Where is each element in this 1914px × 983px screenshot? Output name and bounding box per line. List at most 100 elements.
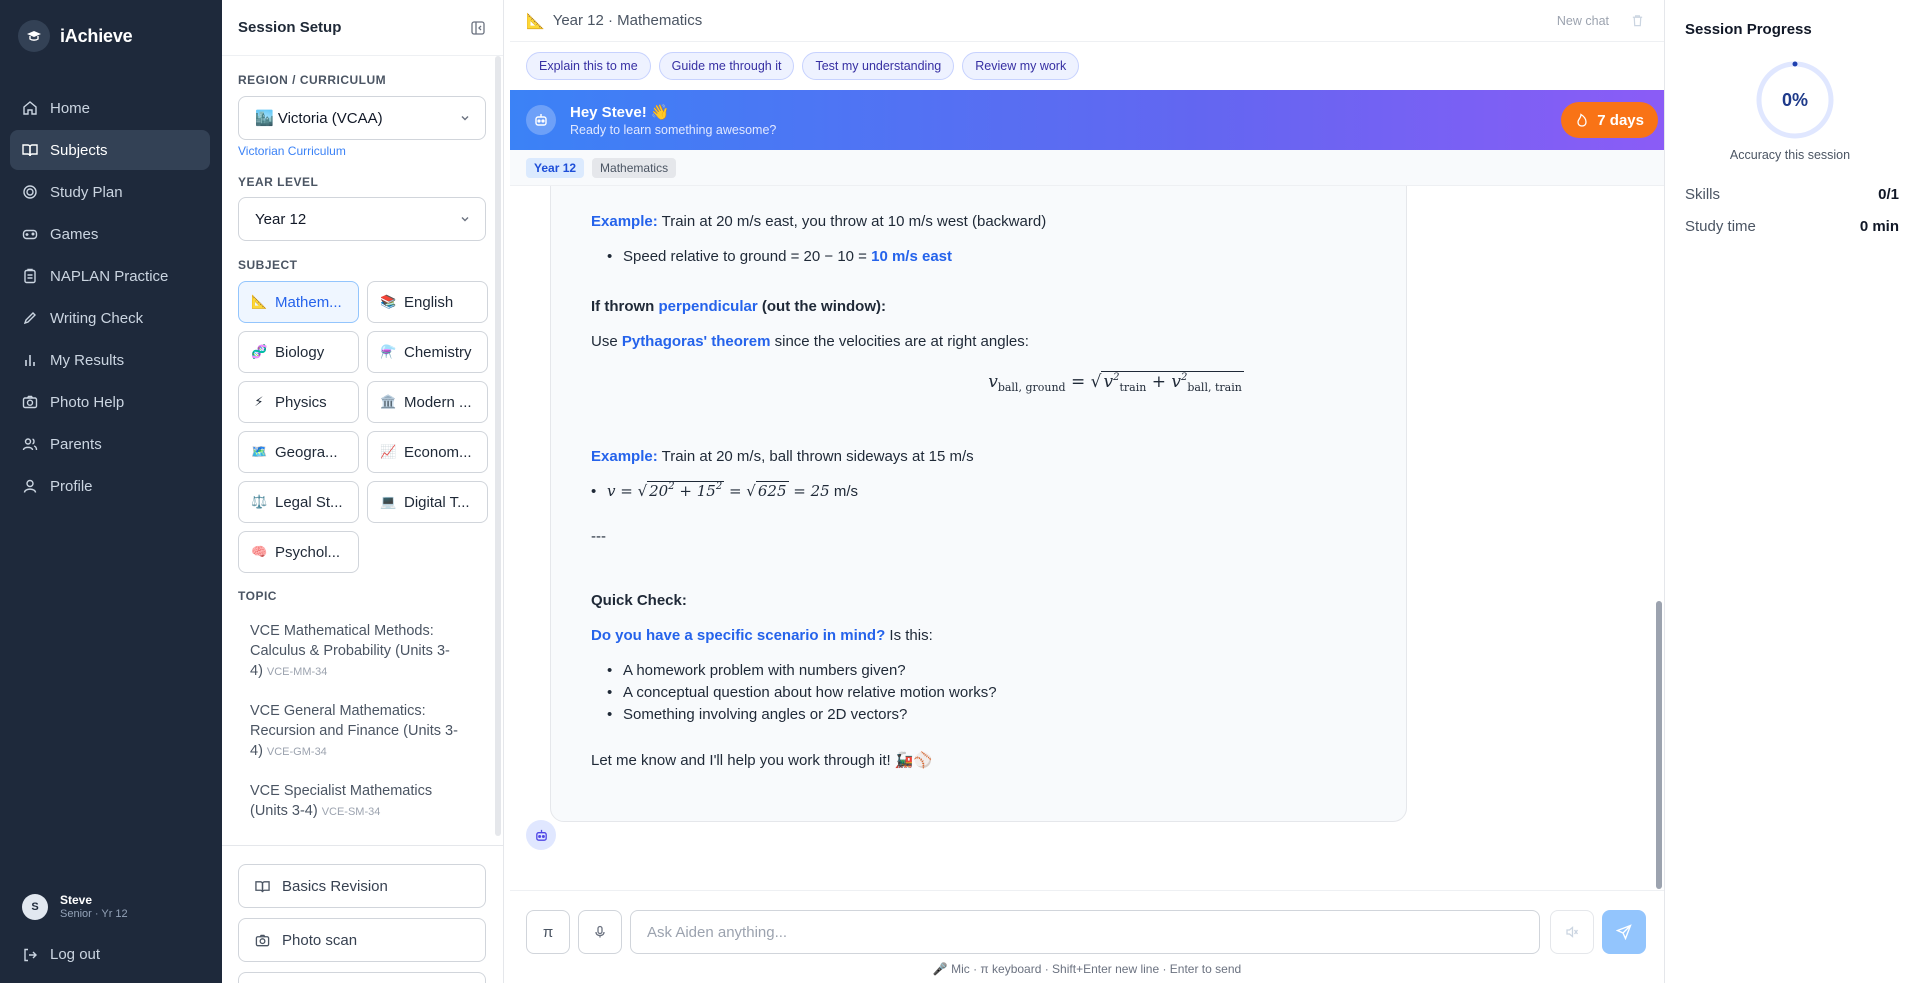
topic-item[interactable]: VCE Mathematical Methods: Calculus & Pro… [250, 621, 472, 682]
list-item: Speed relative to ground = 20 − 10 = 10 … [607, 248, 952, 265]
region-select[interactable]: 🏙️ Victoria (VCAA) [238, 96, 486, 140]
subject-psychology[interactable]: 🧠 Psychol... [238, 531, 359, 573]
nav-item-naplan-practice[interactable]: NAPLAN Practice [10, 256, 210, 296]
quick-check-heading: Quick Check: [591, 592, 687, 609]
home-icon [23, 101, 37, 115]
flame-icon [1577, 113, 1587, 127]
subject-modern-history[interactable]: 🏛️ Modern ... [367, 381, 488, 423]
graduation-cap-icon [18, 20, 50, 52]
collapse-panel-icon[interactable] [471, 20, 485, 35]
mute-button[interactable] [1550, 910, 1594, 954]
subject-physics[interactable]: ⚡ Physics [238, 381, 359, 423]
greeting-banner: Hey Steve! 👋 Ready to learn something aw… [510, 90, 1664, 150]
mode-review[interactable]: Review my work [962, 52, 1080, 80]
nav-item-subjects[interactable]: Subjects [10, 130, 210, 170]
session-progress-panel: Session Progress 0% Accuracy this sessio… [1664, 0, 1914, 983]
books-icon: 📚 [380, 294, 397, 309]
subject-legal-studies[interactable]: ⚖️ Legal St... [238, 481, 359, 523]
nav-item-study-plan[interactable]: Study Plan [10, 172, 210, 212]
topic-code: VCE-GM-34 [266, 746, 327, 758]
region-value: 🏙️ Victoria (VCAA) [255, 110, 383, 127]
more-button[interactable] [238, 972, 486, 983]
greeting-subtitle: Ready to learn something awesome? [570, 123, 777, 137]
subject-label: Modern ... [404, 393, 472, 411]
text: since the velocities are at right angles… [770, 333, 1029, 350]
subject-biology[interactable]: 🧬 Biology [238, 331, 359, 373]
composer: π 🎤 Mic · π keyboard · Shift+Enter new l… [510, 890, 1664, 983]
logout-button[interactable]: Log out [22, 946, 100, 963]
chart-up-icon: 📈 [380, 444, 397, 459]
subject-label: Physics [275, 393, 327, 411]
calculation-line: v = √202 + 152 = √625 = 25 m/s [591, 481, 858, 500]
sidebar-nav: iAchieve Home Subjects Study Plan Games … [0, 0, 222, 983]
chat-area: 📐 Year 12 · Mathematics New chat Explain… [510, 0, 1664, 983]
region-label: Region / Curriculum [238, 73, 387, 87]
subject-label: Subject [238, 258, 298, 272]
highlight: Do you have a specific scenario in mind? [591, 627, 886, 644]
list-item: A conceptual question about how relative… [607, 684, 997, 701]
logout-label: Log out [50, 946, 101, 963]
subject-geography[interactable]: 🗺️ Geogra... [238, 431, 359, 473]
nav-item-profile[interactable]: Profile [10, 466, 210, 506]
target-icon [23, 185, 37, 199]
mode-test[interactable]: Test my understanding [802, 52, 955, 80]
message-input[interactable] [630, 910, 1540, 954]
subject-chemistry[interactable]: ⚗️ Chemistry [367, 331, 488, 373]
nav-label: My Results [50, 351, 125, 369]
bullet-text: Speed relative to ground = 20 − 10 = [623, 248, 872, 265]
nav-item-home[interactable]: Home [10, 88, 210, 128]
subject-economics[interactable]: 📈 Econom... [367, 431, 488, 473]
nav-label: Profile [50, 477, 93, 495]
subject-tag: Mathematics [592, 157, 677, 178]
heading-text: If thrown [591, 298, 659, 315]
skills-stat: Skills 0/1 [1685, 186, 1899, 203]
speaker-mute-icon [1566, 926, 1579, 938]
nav-label: Parents [50, 435, 102, 453]
basics-revision-button[interactable]: Basics Revision [238, 864, 486, 908]
topic-item[interactable]: VCE Specialist Mathematics (Units 3-4) VC… [250, 781, 472, 822]
new-chat-button[interactable]: New chat [1557, 14, 1609, 28]
nav-item-games[interactable]: Games [10, 214, 210, 254]
nav-item-photo-help[interactable]: Photo Help [10, 382, 210, 422]
subject-label: Geogra... [275, 443, 338, 461]
chat-scrollbar[interactable] [1656, 601, 1662, 889]
brain-icon: 🧠 [251, 544, 268, 559]
text: Use [591, 333, 622, 350]
message-list: Example: Train at 20 m/s east, you throw… [510, 186, 1664, 890]
robot-icon [526, 820, 556, 850]
perpendicular-heading: If thrown perpendicular (out the window)… [591, 298, 886, 315]
example-text: Train at 20 m/s, ball thrown sideways at… [657, 448, 974, 465]
photo-scan-button[interactable]: Photo scan [238, 918, 486, 962]
heading-text: (out the window): [757, 298, 887, 315]
panel-scrollbar[interactable] [495, 56, 501, 836]
trash-icon[interactable] [1631, 14, 1644, 27]
mic-button[interactable] [578, 910, 622, 954]
calculation-math: v = √ 202 + 152 = √ 625 = 25 [607, 481, 830, 500]
mode-explain[interactable]: Explain this to me [526, 52, 651, 80]
subject-english[interactable]: 📚 English [367, 281, 488, 323]
mode-guide[interactable]: Guide me through it [658, 52, 795, 80]
send-button[interactable] [1602, 910, 1646, 954]
pi-keyboard-button[interactable]: π [526, 910, 570, 954]
subject-mathematics[interactable]: 📐 Mathem... [238, 281, 359, 323]
nav-item-writing-check[interactable]: Writing Check [10, 298, 210, 338]
setup-footer: Basics Revision Photo scan [222, 845, 503, 983]
topic-item[interactable]: VCE General Mathematics: Recursion and F… [250, 701, 472, 762]
nav-item-parents[interactable]: Parents [10, 424, 210, 464]
context-tags: Year 12 Mathematics [510, 150, 1664, 186]
brand[interactable]: iAchieve [18, 20, 133, 52]
subject-digital-tech[interactable]: 💻 Digital T... [367, 481, 488, 523]
chevron-down-icon [461, 116, 469, 121]
example-label: Example: [591, 213, 658, 230]
flask-icon: ⚗️ [380, 344, 397, 359]
send-icon [1616, 924, 1632, 940]
robot-icon [526, 105, 556, 135]
result-highlight: 10 m/s east [871, 248, 952, 265]
nav-item-my-results[interactable]: My Results [10, 340, 210, 380]
user-card[interactable]: S Steve Senior · Yr 12 [22, 893, 128, 920]
nav-label: Study Plan [50, 183, 123, 201]
velocity-formula: vball, ground = √ v2train + v2ball, train [988, 371, 1244, 394]
year-select[interactable]: Year 12 [238, 197, 486, 241]
brand-name: iAchieve [60, 25, 133, 46]
subject-label: English [404, 293, 454, 311]
